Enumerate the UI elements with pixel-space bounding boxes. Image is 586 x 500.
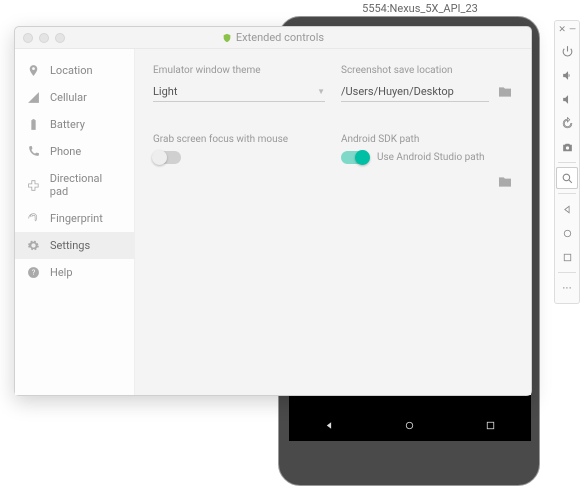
sidebar-item-fingerprint[interactable]: Fingerprint: [15, 205, 134, 232]
back-icon[interactable]: [556, 198, 578, 220]
sidebar-item-dpad[interactable]: Directional pad: [15, 165, 134, 205]
screenshot-location-label: Screenshot save location: [341, 65, 513, 76]
emulator-toolbar: ✕ — ···: [554, 20, 580, 304]
sidebar-item-phone[interactable]: Phone: [15, 138, 134, 165]
sidebar-item-label: Directional pad: [50, 172, 122, 198]
chevron-down-icon: ▼: [317, 87, 325, 96]
dpad-icon: [27, 179, 40, 192]
sidebar-item-settings[interactable]: Settings: [15, 232, 134, 259]
sidebar-item-label: Fingerprint: [50, 212, 103, 225]
screenshot-path-field[interactable]: /Users/Huyen/Desktop: [341, 82, 489, 102]
sidebar-item-cellular[interactable]: Cellular: [15, 84, 134, 111]
overview-icon[interactable]: [556, 246, 578, 268]
sidebar-item-battery[interactable]: Battery: [15, 111, 134, 138]
battery-icon: [27, 118, 40, 131]
close-icon[interactable]: ✕: [558, 25, 566, 35]
svg-text:?: ?: [32, 268, 36, 277]
location-icon: [27, 64, 40, 77]
minimize-icon[interactable]: —: [569, 25, 576, 35]
theme-value: Light: [153, 85, 177, 98]
folder-icon[interactable]: [497, 84, 513, 100]
window-title: Extended controls: [236, 31, 324, 44]
volume-up-icon[interactable]: [556, 64, 578, 86]
sidebar-item-location[interactable]: Location: [15, 57, 134, 84]
nav-recent-button[interactable]: [484, 417, 497, 436]
sidebar-item-label: Battery: [50, 118, 85, 131]
nav-home-button[interactable]: [403, 417, 416, 436]
extended-controls-window: Extended controls Location Cellular Batt…: [14, 26, 532, 396]
sidebar-item-label: Settings: [50, 239, 90, 252]
camera-icon[interactable]: [556, 136, 578, 158]
shield-icon: [222, 33, 232, 43]
help-icon: ?: [27, 266, 40, 279]
use-studio-path-label: Use Android Studio path: [377, 152, 484, 163]
nav-back-button[interactable]: [323, 417, 336, 436]
more-icon[interactable]: ···: [556, 277, 578, 299]
window-titlebar[interactable]: Extended controls: [15, 27, 531, 49]
theme-label: Emulator window theme: [153, 65, 325, 76]
sidebar-item-help[interactable]: ? Help: [15, 259, 134, 286]
rotate-icon[interactable]: [556, 112, 578, 134]
sidebar-item-label: Help: [50, 266, 73, 279]
emulator-title: 5554:Nexus_5X_API_23: [300, 2, 540, 15]
theme-dropdown[interactable]: Light ▼: [153, 82, 325, 102]
grab-focus-toggle[interactable]: [153, 151, 181, 164]
sdk-path-label: Android SDK path: [341, 134, 513, 145]
gear-icon: [27, 239, 40, 252]
sidebar-item-label: Phone: [50, 145, 81, 158]
grab-focus-label: Grab screen focus with mouse: [153, 134, 325, 145]
android-nav-bar: [289, 411, 531, 441]
fingerprint-icon: [27, 212, 40, 225]
cellular-icon: [27, 91, 40, 104]
use-studio-path-toggle[interactable]: [341, 151, 369, 164]
volume-down-icon[interactable]: [556, 88, 578, 110]
folder-icon[interactable]: [497, 174, 513, 190]
phone-icon: [27, 145, 40, 158]
sidebar-item-label: Location: [50, 64, 93, 77]
zoom-icon[interactable]: [556, 167, 578, 189]
settings-panel: Emulator window theme Light ▼ Grab scree…: [135, 49, 531, 395]
power-icon[interactable]: [556, 40, 578, 62]
sidebar-item-label: Cellular: [50, 91, 87, 104]
sidebar: Location Cellular Battery Phone Directio…: [15, 49, 135, 395]
home-icon[interactable]: [556, 222, 578, 244]
